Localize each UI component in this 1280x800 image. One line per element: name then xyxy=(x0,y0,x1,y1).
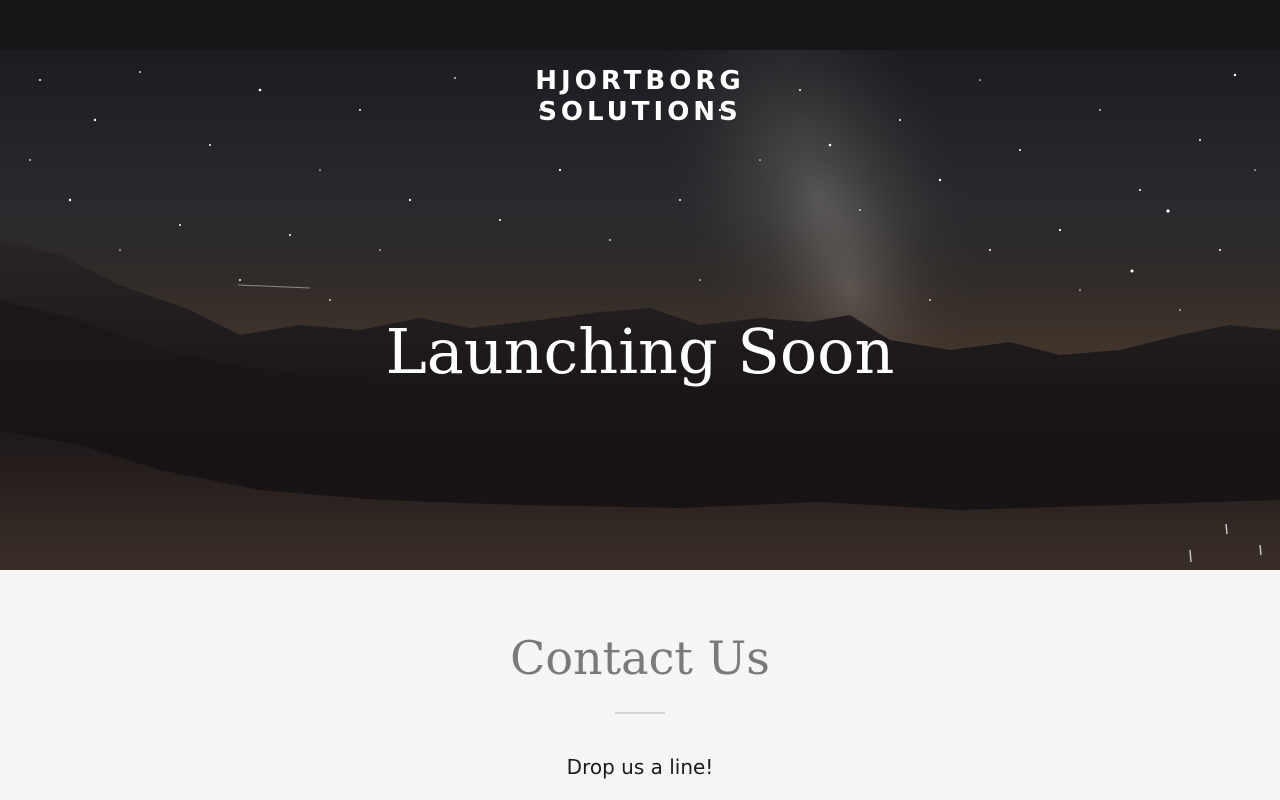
brand-line-2: SOLUTIONS xyxy=(538,97,742,127)
top-bar xyxy=(0,0,1280,50)
contact-subtitle: Drop us a line! xyxy=(566,755,714,779)
brand-line-1: HJORTBORG xyxy=(535,66,745,96)
contact-title: Contact Us xyxy=(510,631,770,685)
site-logo[interactable]: HJORTBORG SOLUTIONS xyxy=(0,66,1280,128)
contact-section: Contact Us Drop us a line! xyxy=(0,570,1280,800)
hero-section: HJORTBORG SOLUTIONS Launching Soon xyxy=(0,50,1280,570)
section-divider xyxy=(615,712,665,714)
hero-headline: Launching Soon xyxy=(385,315,895,388)
hero-background-image xyxy=(0,50,1280,570)
